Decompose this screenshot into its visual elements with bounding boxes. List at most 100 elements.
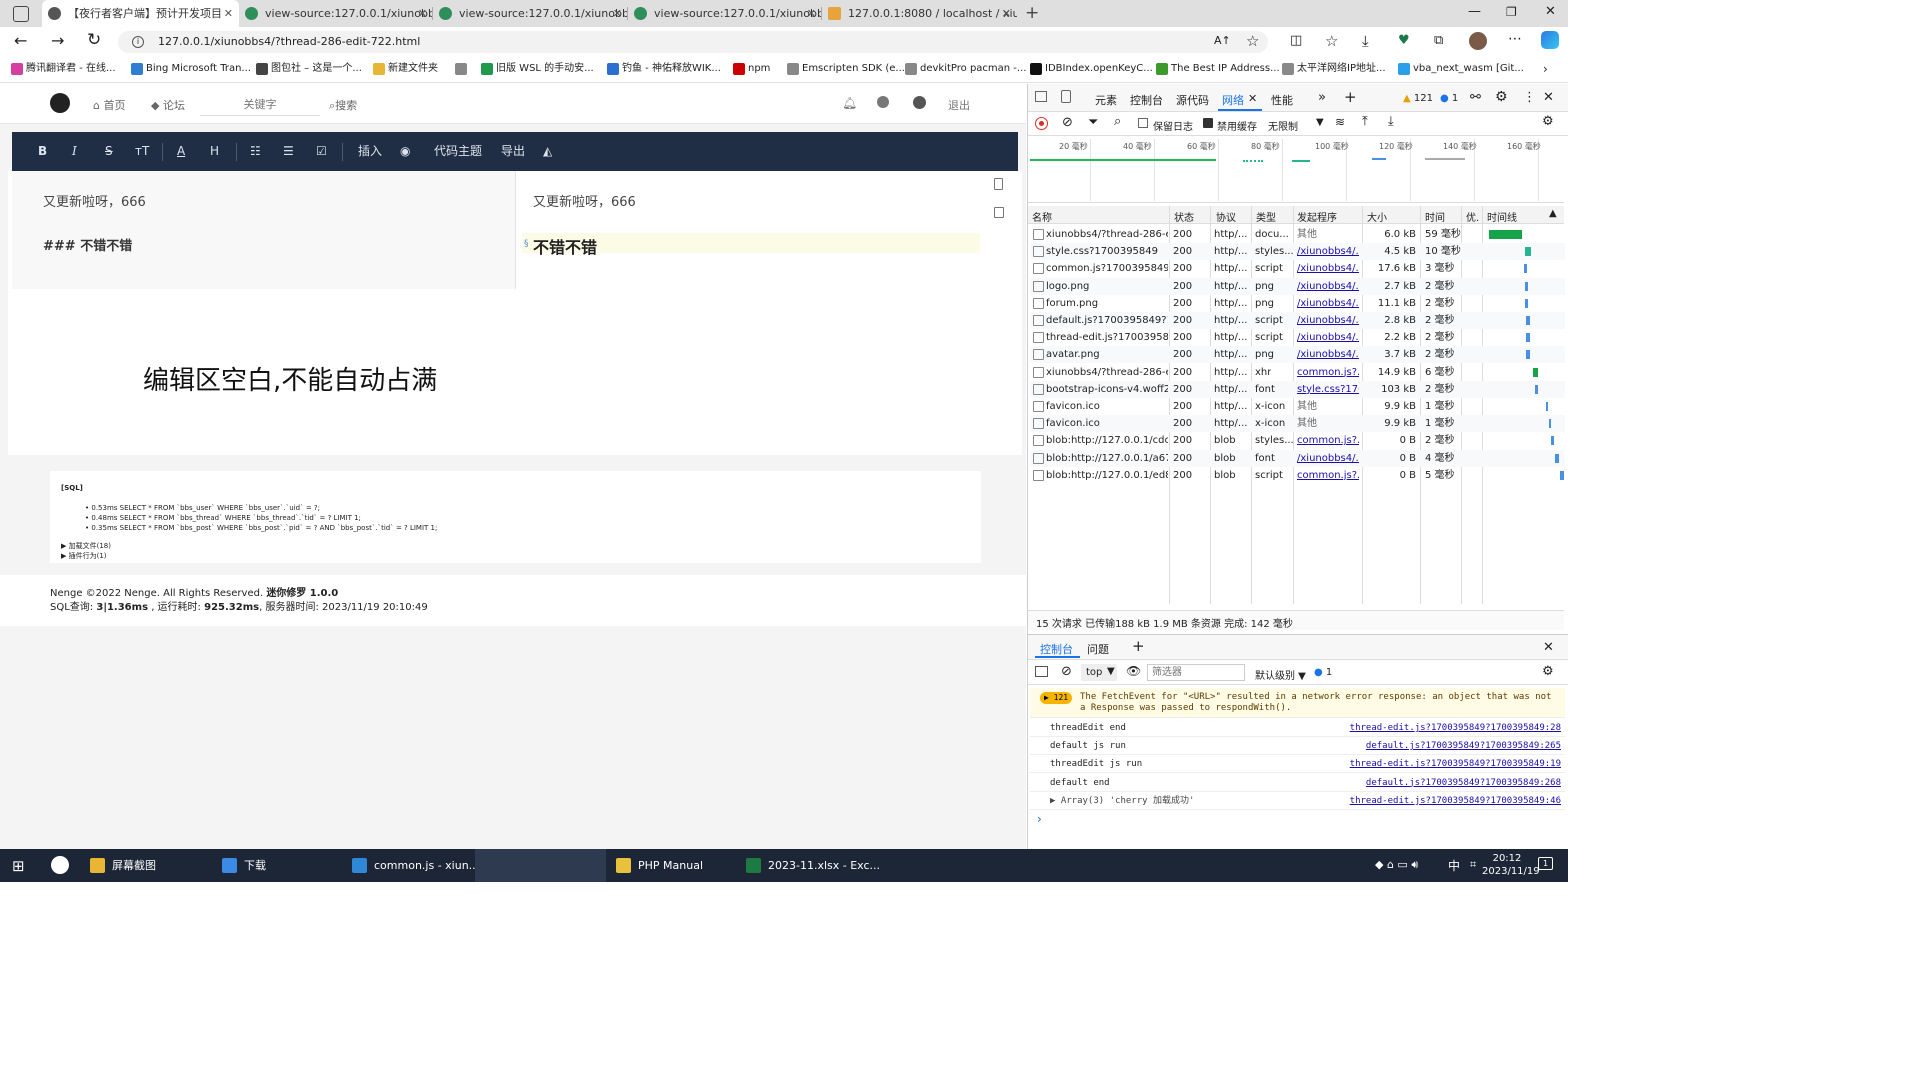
close-devtools-icon[interactable]: ✕ (1543, 90, 1554, 105)
col-waterfall[interactable]: 时间线 (1487, 209, 1517, 224)
request-row[interactable]: favicon.ico 200 http/... x-icon 其他 9.9 kB 1 毫秒 (1030, 398, 1565, 415)
export-button[interactable]: 导出 (501, 132, 525, 171)
tab-5[interactable]: 127.0.0.1:8080 / localhost / xiun ✕ (822, 0, 1017, 27)
request-initiator[interactable]: /xiunobbs4/... (1297, 346, 1359, 363)
user-avatar[interactable] (913, 96, 926, 109)
console-source-link[interactable]: default.js?1700395849?1700395849:268 (1366, 774, 1561, 792)
ime-mode-icon[interactable]: ⌗ (1470, 858, 1476, 872)
request-row[interactable]: default.js?1700395849?17... 200 http/... sc… (1030, 312, 1565, 329)
taskbar-app[interactable]: common.js - xiun... (350, 849, 479, 882)
bookmark-item[interactable]: 太平洋网络IP地址... (1282, 62, 1386, 76)
tab-3[interactable]: view-source:127.0.0.1/xiunobbs4 ✕ (433, 0, 628, 27)
col-initiator[interactable]: 发起程序 (1297, 209, 1337, 224)
console-source-link[interactable]: default.js?1700395849?1700395849:265 (1366, 737, 1561, 755)
devtools-tab-sources[interactable]: 源代码 (1176, 92, 1209, 108)
nav-forum[interactable]: ◆ 论坛 (151, 97, 185, 113)
split-screen-icon[interactable]: ◫ (1290, 33, 1302, 48)
bookmark-item[interactable]: IDBIndex.openKeyC... (1030, 62, 1153, 76)
notification-icon[interactable]: 1 (1538, 857, 1553, 870)
drawer-add-tab-icon[interactable]: + (1132, 637, 1145, 655)
preview-toggle-icon[interactable]: ◉ (400, 132, 410, 171)
col-size[interactable]: 大小 (1367, 209, 1387, 224)
font-color-button[interactable]: A (177, 132, 185, 171)
browser-essentials-icon[interactable]: ♥ (1398, 33, 1410, 48)
devtools-tab-network[interactable]: 网络 (1222, 92, 1244, 108)
more-bookmarks-icon[interactable]: › (1543, 62, 1548, 76)
ordered-list-button[interactable]: ☷ (250, 132, 261, 171)
request-row[interactable]: blob:http://127.0.0.1/a67f... 200 blob font… (1030, 449, 1565, 467)
heading-button[interactable]: H (210, 132, 219, 171)
col-status[interactable]: 状态 (1174, 209, 1194, 224)
request-row[interactable]: logo.png 200 http/... png/xiunobbs4/... 2.7 … (1030, 277, 1565, 295)
col-type[interactable]: 类型 (1256, 209, 1276, 224)
tab-4[interactable]: view-source:127.0.0.1/xiunobbs4 ✕ (628, 0, 822, 27)
reload-button[interactable]: ↻ (87, 30, 101, 50)
unordered-list-button[interactable]: ☰ (283, 132, 294, 171)
col-name[interactable]: 名称 (1032, 209, 1052, 224)
bookmark-item[interactable]: 钓鱼 - 神佑释放WIK... (607, 62, 721, 76)
forward-button[interactable]: → (51, 31, 64, 50)
console-source-link[interactable]: thread-edit.js?1700395849?1700395849:46 (1350, 792, 1561, 810)
export-har-icon[interactable]: ⤓ (1388, 114, 1394, 129)
bookmark-item[interactable]: 图包社 – 这是一个... (256, 62, 362, 76)
request-initiator[interactable]: common.js?... (1297, 364, 1359, 381)
request-row[interactable]: blob:http://127.0.0.1/cdcf... 200 blob styl… (1030, 432, 1565, 449)
chat-icon[interactable] (877, 96, 889, 108)
bookmark-item[interactable]: devkitPro pacman -... (905, 62, 1026, 76)
bookmark-item[interactable]: 新建文件夹 (373, 62, 438, 76)
search-button[interactable]: ⌕搜索 (329, 97, 357, 113)
italic-button[interactable]: I (72, 132, 77, 171)
copy-icon[interactable] (994, 178, 1003, 190)
favorites-icon[interactable]: ☆ (1325, 32, 1338, 50)
bookmark-item[interactable]: 旧版 WSL 的手动安... (481, 62, 594, 76)
filter-icon[interactable]: ⏷ (1088, 115, 1098, 130)
add-tab-icon[interactable]: + (1344, 88, 1357, 106)
bookmark-item[interactable]: 腾讯翻译君 - 在线... (11, 62, 116, 76)
keyword-input[interactable] (200, 94, 320, 116)
live-expression-icon[interactable]: 👁︎ (1126, 664, 1141, 678)
back-button[interactable]: ← (14, 31, 27, 50)
heading-anchor-icon[interactable]: § (524, 239, 529, 249)
close-tab-icon[interactable]: ✕ (418, 0, 427, 27)
logout-link[interactable]: 退出 (948, 97, 970, 113)
col-priority[interactable]: 优. (1466, 209, 1479, 224)
close-tab-icon[interactable]: ✕ (224, 0, 233, 27)
request-initiator[interactable]: common.js?... (1297, 432, 1359, 449)
taskbar-app[interactable]: 下载 (220, 849, 266, 882)
request-row[interactable]: xiunobbs4/?thread-286-e... 200 http/... doc… (1030, 226, 1565, 243)
clock[interactable]: 20:12 2023/11/19 (1482, 852, 1540, 878)
drawer-tab-console[interactable]: 控制台 (1040, 641, 1073, 657)
tab-2[interactable]: view-source:127.0.0.1/xiunobbs4 ✕ (239, 0, 433, 27)
preserve-log-checkbox[interactable] (1138, 118, 1148, 128)
request-row[interactable]: forum.png 200 http/... png/xiunobbs4/... 11.… (1030, 295, 1565, 312)
checklist-button[interactable]: ☑ (316, 132, 327, 171)
restore-button[interactable]: ❐ (1506, 5, 1517, 19)
col-time[interactable]: 时间 (1425, 209, 1445, 224)
clear-icon[interactable]: ⊘ (1062, 115, 1073, 130)
request-initiator[interactable]: /xiunobbs4/... (1297, 312, 1359, 329)
tab-active[interactable]: 【夜行者客户端】预计开发项目 ✕ (42, 0, 239, 27)
throttling-select[interactable]: 无限制 (1268, 118, 1298, 133)
font-size-button[interactable]: тT (135, 132, 149, 171)
request-initiator[interactable]: /xiunobbs4/... (1297, 243, 1359, 260)
more-tabs-icon[interactable]: » (1318, 90, 1326, 105)
close-tab-icon[interactable]: ✕ (807, 0, 816, 27)
devtools-tab-console[interactable]: 控制台 (1130, 92, 1163, 108)
warnings-badge[interactable]: ▲ 121 (1403, 93, 1433, 104)
settings-more-icon[interactable]: ⋯ (1508, 31, 1522, 47)
request-row[interactable]: thread-edit.js?170039584... 200 http/... sc… (1030, 329, 1565, 346)
extensions-icon[interactable]: ⧉ (1434, 33, 1443, 48)
devtools-tab-performance[interactable]: 性能 (1271, 92, 1293, 108)
request-initiator[interactable]: /xiunobbs4/... (1297, 329, 1359, 346)
taskbar-app[interactable]: 2023-11.xlsx - Exc... (744, 849, 880, 882)
request-initiator[interactable]: /xiunobbs4/... (1297, 450, 1359, 467)
request-row[interactable]: xiunobbs4/?thread-286-e... 200 http/... xhr… (1030, 364, 1565, 381)
inspect-icon[interactable] (1035, 91, 1047, 102)
console-source-link[interactable]: thread-edit.js?1700395849?1700395849:28 (1350, 719, 1561, 737)
request-row[interactable]: style.css?1700395849 200 http/... styles...… (1030, 243, 1565, 261)
console-sidebar-icon[interactable] (1035, 666, 1048, 677)
bookmark-item[interactable]: Bing Microsoft Tran... (131, 62, 251, 76)
loaded-files-toggle[interactable]: ▶ 加载文件(18) (61, 541, 111, 551)
insert-button[interactable]: 插入 (358, 132, 382, 171)
strikethrough-button[interactable]: S (105, 132, 113, 171)
